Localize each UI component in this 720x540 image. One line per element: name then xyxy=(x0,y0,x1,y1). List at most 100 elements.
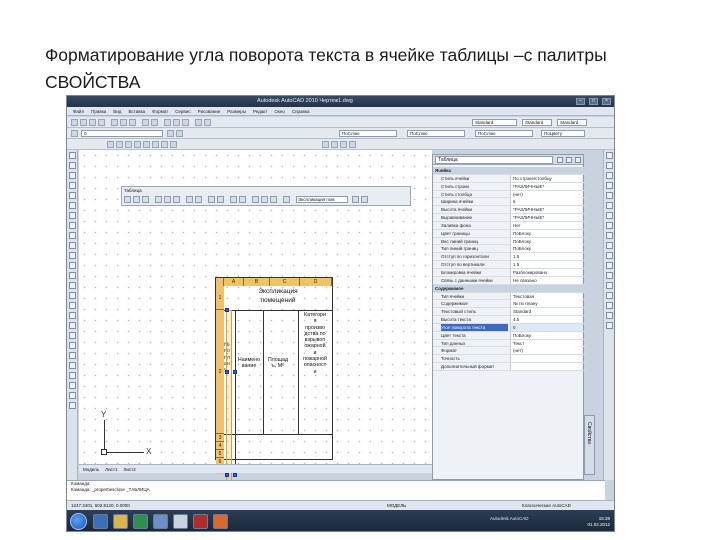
cad-table[interactable]: A B C D 1 2 3 4 5 6 7 Экспликация помеще… xyxy=(215,277,333,506)
insert-column-left-icon[interactable] xyxy=(155,196,162,203)
dim-radius-icon[interactable] xyxy=(340,141,347,148)
tab-model[interactable]: Модель xyxy=(83,467,99,472)
property-value[interactable] xyxy=(510,363,582,371)
rectangle-icon[interactable] xyxy=(143,141,150,148)
properties-side-tab[interactable]: Свойства xyxy=(584,415,595,475)
alignment-icon[interactable] xyxy=(217,196,224,203)
table-icon[interactable] xyxy=(161,141,168,148)
property-row[interactable]: Вес линий границ ПоБлоку xyxy=(433,237,585,246)
property-value[interactable] xyxy=(510,355,582,363)
ie-icon[interactable] xyxy=(93,514,108,529)
tool-icon[interactable] xyxy=(69,362,76,369)
layer-state-icon[interactable] xyxy=(176,130,183,137)
property-value[interactable]: 1.5 xyxy=(510,253,582,261)
tool-icon[interactable] xyxy=(606,292,613,299)
redo-icon[interactable] xyxy=(151,119,158,126)
tool-icon[interactable] xyxy=(69,392,76,399)
tool-icon[interactable] xyxy=(69,212,76,219)
download-data-icon[interactable] xyxy=(361,196,368,203)
property-value[interactable]: Нет xyxy=(510,221,582,229)
tab-sheet1[interactable]: Лист1 xyxy=(105,467,117,472)
open-icon[interactable] xyxy=(80,119,87,126)
tool-icon[interactable] xyxy=(69,162,76,169)
table-cell-style-select[interactable]: Экспликация пом xyxy=(296,196,348,203)
linetype-select[interactable]: ПоСлою xyxy=(407,130,465,137)
menu-edit[interactable]: Правка xyxy=(91,109,106,114)
tool-icon[interactable] xyxy=(606,302,613,309)
tool-icon[interactable] xyxy=(69,312,76,319)
copy-icon[interactable] xyxy=(120,119,127,126)
data-format-icon[interactable] xyxy=(239,196,246,203)
save-icon[interactable] xyxy=(89,119,96,126)
cell-borders-icon[interactable] xyxy=(208,196,215,203)
model-space-toggle[interactable]: МОДЕЛЬ xyxy=(387,503,406,508)
insert-column-right-icon[interactable] xyxy=(164,196,171,203)
property-row[interactable]: Тип линий границ ПоБлоку xyxy=(433,245,585,254)
property-value[interactable]: ПоБлоку xyxy=(510,331,582,339)
property-row[interactable]: Тип ячейки Текстовая xyxy=(433,292,585,301)
property-row[interactable]: Выравнивание *РАЗЛИЧНЫЕ* xyxy=(433,214,585,222)
unmerge-cells-icon[interactable] xyxy=(195,196,202,203)
pan-icon[interactable] xyxy=(164,119,171,126)
mtext-icon[interactable] xyxy=(170,141,177,148)
property-row[interactable]: Высота текста 4.5 xyxy=(433,316,585,324)
row-header-5[interactable]: 5 xyxy=(216,450,224,458)
property-value[interactable]: Не связано xyxy=(510,276,582,284)
app-icon[interactable] xyxy=(153,514,168,529)
tool-icon[interactable] xyxy=(69,172,76,179)
command-line[interactable]: Команда: Команда: _propertiesclose _ТАБЛ… xyxy=(67,480,605,500)
tool-icon[interactable] xyxy=(69,202,76,209)
tool-icon[interactable] xyxy=(606,182,613,189)
design-center-icon[interactable] xyxy=(204,119,211,126)
property-row[interactable]: Точность xyxy=(433,355,585,364)
merge-cells-icon[interactable] xyxy=(186,196,193,203)
row-header-4[interactable]: 4 xyxy=(216,442,224,450)
table-title-cell[interactable]: Экспликация помещений xyxy=(224,287,332,310)
header-name-cell[interactable]: Наимено вание xyxy=(235,357,263,377)
selection-grip[interactable] xyxy=(225,370,229,374)
tool-icon[interactable] xyxy=(69,342,76,349)
property-value[interactable]: Текст xyxy=(510,339,582,347)
property-value[interactable]: 0 xyxy=(510,323,582,331)
tool-icon[interactable] xyxy=(606,282,613,289)
color-select[interactable]: ПоСлою xyxy=(339,130,397,137)
tool-icon[interactable] xyxy=(69,322,76,329)
tool-icon[interactable] xyxy=(69,292,76,299)
circle-icon[interactable] xyxy=(125,141,132,148)
text-style-select[interactable]: Standard xyxy=(472,119,517,126)
tool-icon[interactable] xyxy=(606,172,613,179)
dim-style-select[interactable]: Standard xyxy=(522,119,552,126)
dim-aligned-icon[interactable] xyxy=(331,141,338,148)
column-header-a[interactable]: A xyxy=(224,278,244,286)
property-value[interactable]: Разблокировано xyxy=(510,268,582,276)
tool-icon[interactable] xyxy=(606,162,613,169)
delete-column-icon[interactable] xyxy=(173,196,180,203)
property-row[interactable]: Угол поворота текста 0 xyxy=(433,323,585,332)
tool-icon[interactable] xyxy=(69,372,76,379)
property-row[interactable]: Стиль ячейки По строке/столбцу xyxy=(433,174,585,183)
table-corner[interactable] xyxy=(216,278,224,286)
property-row[interactable]: Стиль строки *РАЗЛИЧНЫЕ* xyxy=(433,182,585,191)
match-cell-icon[interactable] xyxy=(283,196,290,203)
tool-icon[interactable] xyxy=(69,262,76,269)
tool-icon[interactable] xyxy=(606,322,613,329)
row-header-1[interactable]: 1 xyxy=(216,286,224,310)
insert-row-above-icon[interactable] xyxy=(124,196,131,203)
insert-field-icon[interactable] xyxy=(261,196,268,203)
row-header-3[interactable]: 3 xyxy=(216,434,224,442)
cut-icon[interactable] xyxy=(111,119,118,126)
insert-block-icon[interactable] xyxy=(252,196,259,203)
plotstyle-select[interactable]: ПоЦвету xyxy=(541,130,585,137)
tool-icon[interactable] xyxy=(69,352,76,359)
property-value[interactable]: № по плану xyxy=(510,300,582,308)
property-row[interactable]: Формат (нет) xyxy=(433,347,585,356)
drawing-area[interactable]: Таблица Экспликация пом A B C D 1 2 3 4 … xyxy=(79,150,432,506)
layer-manager-icon[interactable] xyxy=(71,130,78,137)
tool-icon[interactable] xyxy=(69,332,76,339)
tool-icon[interactable] xyxy=(69,382,76,389)
selection-grip[interactable] xyxy=(233,370,237,374)
menu-modify[interactable]: Редакт xyxy=(253,109,267,114)
property-row[interactable]: Тип данных Текст xyxy=(433,339,585,348)
formula-icon[interactable] xyxy=(270,196,277,203)
new-icon[interactable] xyxy=(71,119,78,126)
